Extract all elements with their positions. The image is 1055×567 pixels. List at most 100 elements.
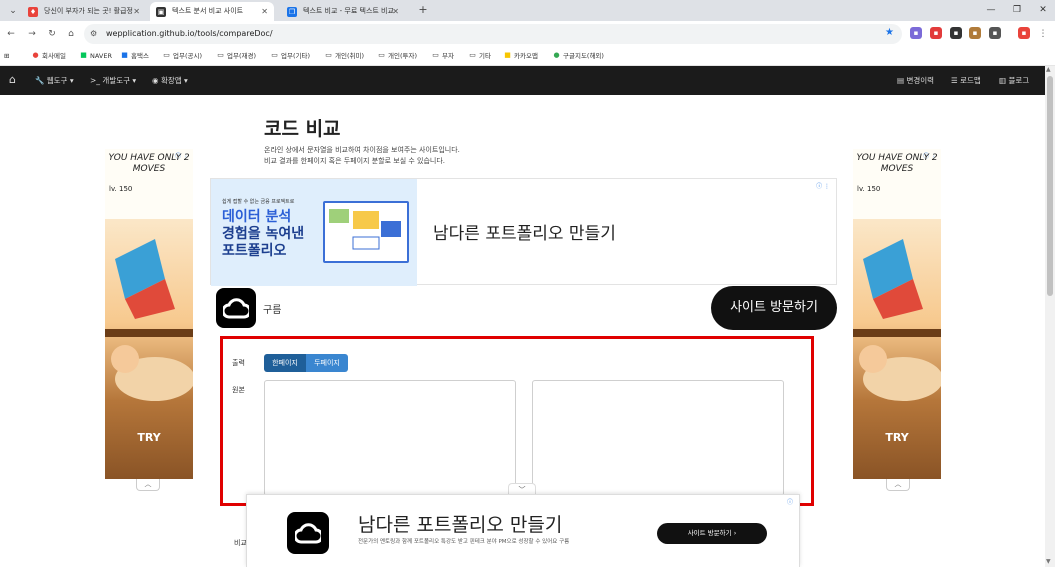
ad-brand-row: 구름 사이트 방문하기	[210, 286, 837, 330]
left-side-ad[interactable]: ⓘ ⋮ YOU HAVE ONLY 2 MOVES lv. 150 TRY	[105, 149, 193, 479]
nav-changelog[interactable]: ▤ 변경이력	[897, 66, 934, 95]
tab-title: 텍스트 비교 - 무료 텍스트 비교	[303, 7, 394, 15]
tab-title: 당신이 부자가 되는 곳! 활급정	[44, 7, 133, 15]
browser-toolbar: ← → ↻ ⌂ ⚙ wepplication.github.io/tools/c…	[0, 21, 1055, 47]
ad-headline: YOU HAVE ONLY 2 MOVES	[108, 153, 190, 174]
folder-icon: ▭	[378, 51, 385, 59]
browser-tab-2[interactable]: ▣ 텍스트 분서 비교 사이트 ✕	[150, 2, 274, 21]
browser-tabstrip: ⌄ ♦ 당신이 부자가 되는 곳! 활급정 ✕ ▣ 텍스트 분서 비교 사이트 …	[0, 0, 1055, 21]
right-side-ad[interactable]: ⓘ ⋮ YOU HAVE ONLY 2 MOVES lv. 150 TRY	[853, 149, 941, 479]
page-scrollbar[interactable]: ▲ ▼	[1045, 66, 1055, 567]
bookmark-item[interactable]: ■ NAVER	[79, 47, 112, 65]
apps-grid-icon[interactable]: ⊞	[4, 47, 9, 65]
new-tab-button[interactable]: +	[416, 3, 430, 17]
collapse-ad-chevron-up-icon[interactable]: ︿	[886, 479, 910, 491]
tab-title: 텍스트 분서 비교 사이트	[172, 7, 244, 15]
mail-icon: ●	[32, 51, 39, 59]
bookmark-item[interactable]: ■ 홈택스	[120, 47, 149, 65]
browser-tab-1[interactable]: ♦ 당신이 부자가 되는 곳! 활급정 ✕	[22, 2, 146, 21]
profile-icon[interactable]: ▪	[1018, 27, 1030, 39]
folder-icon: ▭	[217, 51, 224, 59]
ad-big-text: 경험을 녹여낸	[222, 226, 305, 242]
bookmark-folder[interactable]: ▭ 업무(재경)	[216, 47, 256, 65]
page-title: 코드 비교	[264, 118, 341, 140]
browser-tab-3[interactable]: ❐ 텍스트 비교 - 무료 텍스트 비교 ✕	[281, 2, 405, 21]
ad-brand-name: 구름	[263, 305, 282, 316]
reload-icon[interactable]: ↻	[45, 27, 59, 41]
ad-level: lv. 150	[109, 185, 133, 193]
home-icon[interactable]: ⌂	[9, 74, 21, 86]
extension-icon[interactable]: ▪	[950, 27, 962, 39]
output-label: 출력	[232, 359, 245, 367]
nav-roadmap[interactable]: ☰ 로드맵	[951, 66, 981, 95]
extension-icon[interactable]: ▪	[910, 27, 922, 39]
bookmark-folder[interactable]: ▭ 업무(기타)	[270, 47, 310, 65]
forward-icon[interactable]: →	[25, 27, 39, 41]
ad-try-button[interactable]: TRY	[853, 431, 941, 444]
window-close-icon[interactable]: ✕	[1036, 3, 1050, 17]
ad-screen-illustration	[323, 201, 409, 263]
restore-icon[interactable]: ❐	[1010, 3, 1024, 17]
bookmarks-bar: ⊞ ● 회사메일 ■ NAVER ■ 홈택스 ▭ 업무(공시) ▭ 업무(재경) ▭ 업무(…	[0, 47, 1055, 66]
page-description: 온라인 상에서 문자열을 비교하여 차이점을 보여주는 사이트입니다.	[264, 146, 460, 154]
bookmark-folder[interactable]: ▭ 부자	[431, 47, 454, 65]
close-icon[interactable]: ✕	[261, 2, 268, 21]
close-icon[interactable]: ✕	[133, 2, 140, 21]
address-bar[interactable]: ⚙ wepplication.github.io/tools/compareDo…	[84, 24, 902, 44]
two-page-toggle[interactable]: 두페이지	[306, 354, 348, 372]
goorm-cloud-logo-icon	[287, 512, 329, 554]
folder-icon: ▭	[163, 51, 170, 59]
folder-icon: ▭	[432, 51, 439, 59]
source-textarea[interactable]	[264, 380, 516, 496]
ad-info-icon[interactable]: ⓘ	[787, 497, 793, 506]
site-info-icon[interactable]: ⚙	[90, 29, 100, 39]
one-page-toggle[interactable]: 한페이지	[264, 354, 306, 372]
anchor-visit-site-button[interactable]: 사이트 방문하기 ›	[657, 523, 767, 544]
ad-info-icon[interactable]: ⓘ ⋮	[816, 181, 830, 190]
bookmark-folder[interactable]: ▭ 개인(투자)	[377, 47, 417, 65]
bookmark-item[interactable]: ● 회사메일	[31, 47, 65, 65]
browser-menu-icon[interactable]: ⋮	[1036, 27, 1050, 41]
nav-blog[interactable]: ▥ 블로그	[999, 66, 1029, 95]
map-pin-icon: ●	[553, 51, 560, 59]
folder-icon: ▭	[271, 51, 278, 59]
back-icon[interactable]: ←	[4, 27, 18, 41]
nav-extension-apps[interactable]: ◉ 확장앱 ▾	[152, 66, 188, 95]
minimize-icon[interactable]: —	[984, 3, 998, 17]
page-description: 비교 결과를 한페이지 혹은 두페이지 분할로 보실 수 있습니다.	[264, 157, 446, 165]
naver-icon: ■	[80, 51, 87, 59]
extensions-puzzle-icon[interactable]: ▪	[989, 27, 1001, 39]
home-browser-icon[interactable]: ⌂	[64, 27, 78, 41]
compare-label: 비교	[234, 539, 247, 547]
compare-textarea[interactable]	[532, 380, 784, 496]
hometax-icon: ■	[121, 51, 128, 59]
folder-icon: ▭	[469, 51, 476, 59]
anchor-ad[interactable]: 남다른 포트폴리오 만들기 전문가의 멘토링과 함께 포트폴리오 특강도 받고 …	[246, 494, 800, 567]
scroll-up-icon[interactable]: ▲	[1046, 66, 1051, 73]
site-navbar: ⌂ 🔧 웹도구 ▾ >_ 개발도구 ▾ ◉ 확장앱 ▾ ▤ 변경이력 ☰ 로드맵…	[0, 66, 1045, 95]
bookmark-folder[interactable]: ▭ 기타	[468, 47, 491, 65]
collapse-ad-chevron-up-icon[interactable]: ︿	[136, 479, 160, 491]
tab-search-icon[interactable]: ⌄	[6, 4, 20, 18]
extension-icon[interactable]: ▪	[969, 27, 981, 39]
extension-icon[interactable]: ▪	[930, 27, 942, 39]
scroll-down-icon[interactable]: ▼	[1046, 558, 1051, 565]
ad-big-text: 데이터 분석	[222, 209, 292, 225]
bookmark-star-icon[interactable]: ★	[885, 27, 894, 38]
close-icon[interactable]: ✕	[392, 2, 399, 21]
bookmark-item[interactable]: ● 구글지도(해외)	[552, 47, 604, 65]
ad-level: lv. 150	[857, 185, 881, 193]
nav-web-tools[interactable]: 🔧 웹도구 ▾	[35, 66, 74, 95]
bookmark-item[interactable]: ■ 카카오맵	[503, 47, 538, 65]
bookmark-folder[interactable]: ▭ 업무(공시)	[162, 47, 202, 65]
visit-site-button[interactable]: 사이트 방문하기	[711, 286, 837, 330]
anchor-ad-title: 남다른 포트폴리오 만들기	[358, 514, 563, 536]
ad-try-button[interactable]: TRY	[105, 431, 193, 444]
ad-small-text: 쉽게 접할 수 없는 금융 프로젝트로	[222, 199, 295, 205]
nav-dev-tools[interactable]: >_ 개발도구 ▾	[90, 66, 136, 95]
url-text: wepplication.github.io/tools/compareDoc/	[106, 29, 273, 38]
center-banner-ad[interactable]: 쉽게 접할 수 없는 금융 프로젝트로 데이터 분석 경험을 녹여낸 포트폴리오…	[210, 178, 837, 286]
scrollbar-thumb[interactable]	[1047, 76, 1053, 296]
bookmark-folder[interactable]: ▭ 개인(취미)	[324, 47, 364, 65]
ad-heading: 남다른 포트폴리오 만들기	[433, 224, 616, 244]
